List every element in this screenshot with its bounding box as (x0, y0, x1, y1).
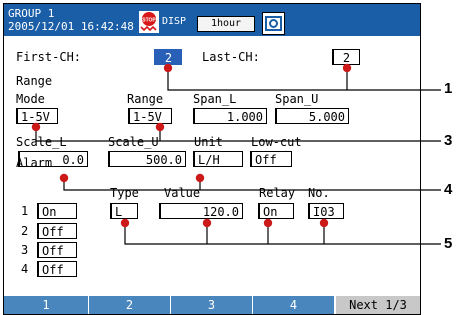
alarm-value-field[interactable]: 120.0 (159, 203, 243, 219)
span-u-label: Span_U (275, 92, 319, 106)
unit-field[interactable]: L/H (193, 151, 243, 167)
span-l-label: Span_L (193, 92, 237, 106)
stop-icon: STOP (139, 11, 159, 33)
range-field[interactable]: 1-5V (128, 108, 172, 124)
status-bar: GROUP 1 2005/12/01 16:42:48 STOP DISP 1h… (4, 4, 420, 36)
settings-panel: First-CH: 2 Last-CH: 2 Range Mode Range … (4, 36, 420, 292)
span-u-field[interactable]: 5.000 (275, 108, 349, 124)
alarm-row-num: 1 (21, 204, 29, 218)
alarm-row-num: 2 (21, 224, 29, 238)
alarm-state-field[interactable]: Off (37, 223, 77, 239)
alarm-relay-field[interactable]: On (258, 203, 294, 219)
alarm-no-label: No. (308, 186, 330, 200)
unit-label: Unit (194, 135, 223, 149)
display-mode-icon[interactable] (262, 12, 285, 35)
softkey-bar: 1 2 3 4 Next 1/3 (4, 296, 420, 314)
softkey-4[interactable]: 4 (252, 296, 334, 314)
callout-number: 4 (444, 181, 453, 198)
softkey-1[interactable]: 1 (4, 296, 88, 314)
alarm-state-field[interactable]: Off (37, 261, 77, 277)
alarm-type-field[interactable]: L (110, 203, 138, 219)
alarm-relay-label: Relay (259, 186, 296, 200)
alarm-section-label: Alarm (16, 156, 53, 170)
low-cut-field[interactable]: Off (250, 151, 292, 167)
alarm-value-label: Value (164, 186, 201, 200)
screen: GROUP 1 2005/12/01 16:42:48 STOP DISP 1h… (3, 3, 421, 315)
disp-label: DISP (162, 16, 187, 27)
low-cut-label: Low-cut (251, 135, 302, 149)
alarm-relay-no-field[interactable]: I03 (308, 203, 344, 219)
last-ch-label: Last-CH: (202, 50, 260, 64)
scale-u-label: Scale_U (108, 135, 159, 149)
mode-label: Mode (16, 92, 45, 106)
time-div-button[interactable]: 1hour (197, 16, 255, 32)
group-name: GROUP 1 (8, 7, 55, 20)
first-ch-field[interactable]: 2 (154, 49, 182, 65)
scale-u-field[interactable]: 500.0 (108, 151, 186, 167)
alarm-row-num: 3 (21, 243, 29, 257)
callout-number: 3 (444, 132, 453, 149)
softkey-3[interactable]: 3 (170, 296, 252, 314)
scale-l-label: Scale_L (16, 135, 67, 149)
range-section-label: Range (16, 74, 53, 88)
mode-field[interactable]: 1-5V (16, 108, 58, 124)
next-page-softkey[interactable]: Next 1/3 (334, 296, 420, 314)
callout-number: 5 (444, 235, 453, 252)
range-label: Range (127, 92, 164, 106)
first-ch-label: First-CH: (16, 50, 82, 64)
alarm-row-num: 4 (21, 262, 29, 276)
alarm-state-field[interactable]: Off (37, 242, 77, 258)
callout-number: 1 (444, 80, 453, 97)
softkey-2[interactable]: 2 (88, 296, 170, 314)
alarm-type-label: Type (110, 186, 139, 200)
alarm-state-field[interactable]: On (37, 203, 77, 219)
span-l-field[interactable]: 1.000 (193, 108, 267, 124)
svg-text:STOP: STOP (142, 18, 156, 24)
last-ch-field[interactable]: 2 (332, 49, 360, 65)
date-time: 2005/12/01 16:42:48 (8, 20, 134, 33)
